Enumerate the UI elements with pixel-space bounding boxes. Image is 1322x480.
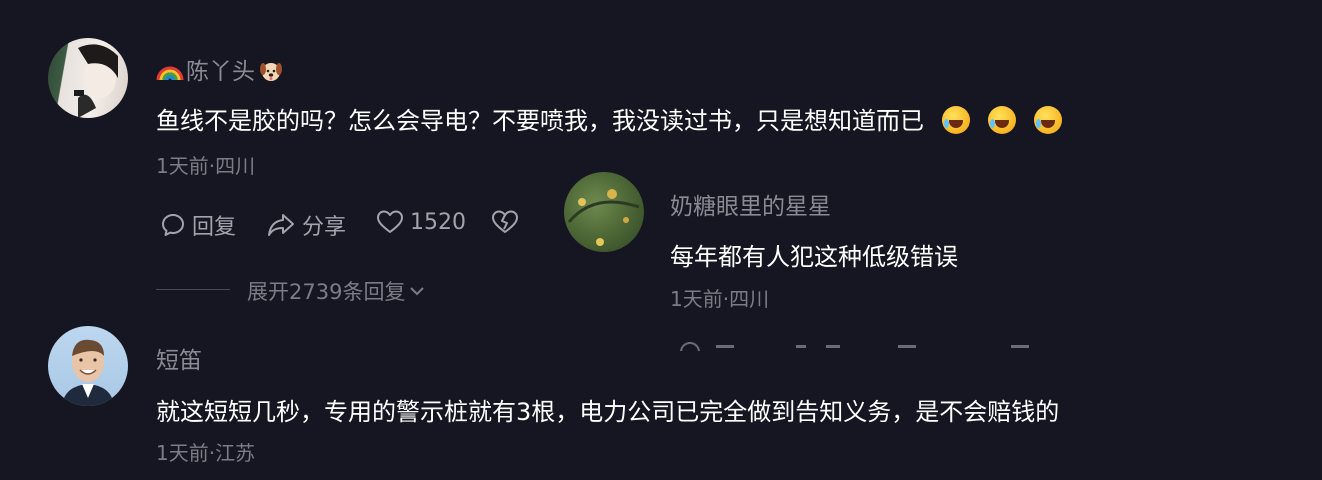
avatar-image [62,339,114,406]
comment-text: 鱼线不是胶的吗？怎么会导电？不要喷我，我没读过书，只是想知道而已 [156,101,1062,136]
comment-text: 每年都有人犯这种低级错误 [670,243,958,271]
comment-text: 就这短短几秒，专用的警示桩就有3根，电力公司已完全做到告知义务，是不会赔钱的 [156,398,1060,426]
username-text: 陈丫头 [186,59,255,85]
broken-heart-icon [492,210,518,233]
avatar-image [74,44,118,118]
rainbow-icon [156,61,184,81]
like-count: 1520 [410,209,466,235]
heart-icon [377,210,403,233]
avatar-duandi[interactable] [48,326,128,406]
dog-face-icon [259,59,283,83]
share-button[interactable]: 分享 [266,209,346,241]
reply-button[interactable]: 回复 [160,209,236,241]
comment-meta: 1天前·四川 [670,287,770,311]
laughing-tears-emoji-icon [1034,106,1062,134]
comment-username[interactable]: 陈丫头 [156,52,283,86]
share-arrow-icon [268,214,294,236]
reply-label: 回复 [192,215,237,240]
comment-meta: 1天前·四川 [156,154,256,178]
like-button[interactable]: 1520 [376,209,466,235]
comment-text-body: 鱼线不是胶的吗？怎么会导电？不要喷我，我没读过书，只是想知道而已 [156,107,924,135]
dislike-button[interactable] [491,209,519,235]
comment-bubble-icon [162,214,184,236]
expand-replies-label: 展开2739条回复 [247,280,406,304]
laughing-tears-emoji-icon [942,106,970,134]
expand-replies-button[interactable]: 展开2739条回复 [247,276,425,306]
share-label: 分享 [302,215,347,240]
avatar-image [567,189,640,246]
avatar-chen-yatou[interactable] [48,38,128,118]
comment-meta: 1天前·江苏 [156,441,256,465]
comment-username[interactable]: 短笛 [156,341,202,375]
overlay-actions-clipped [676,342,1036,351]
chevron-down-icon [410,287,425,296]
comment-username[interactable]: 奶糖眼里的星星 [670,187,831,221]
avatar-naitang[interactable] [564,172,644,252]
replies-divider [156,289,230,290]
laughing-tears-emoji-icon [988,106,1016,134]
